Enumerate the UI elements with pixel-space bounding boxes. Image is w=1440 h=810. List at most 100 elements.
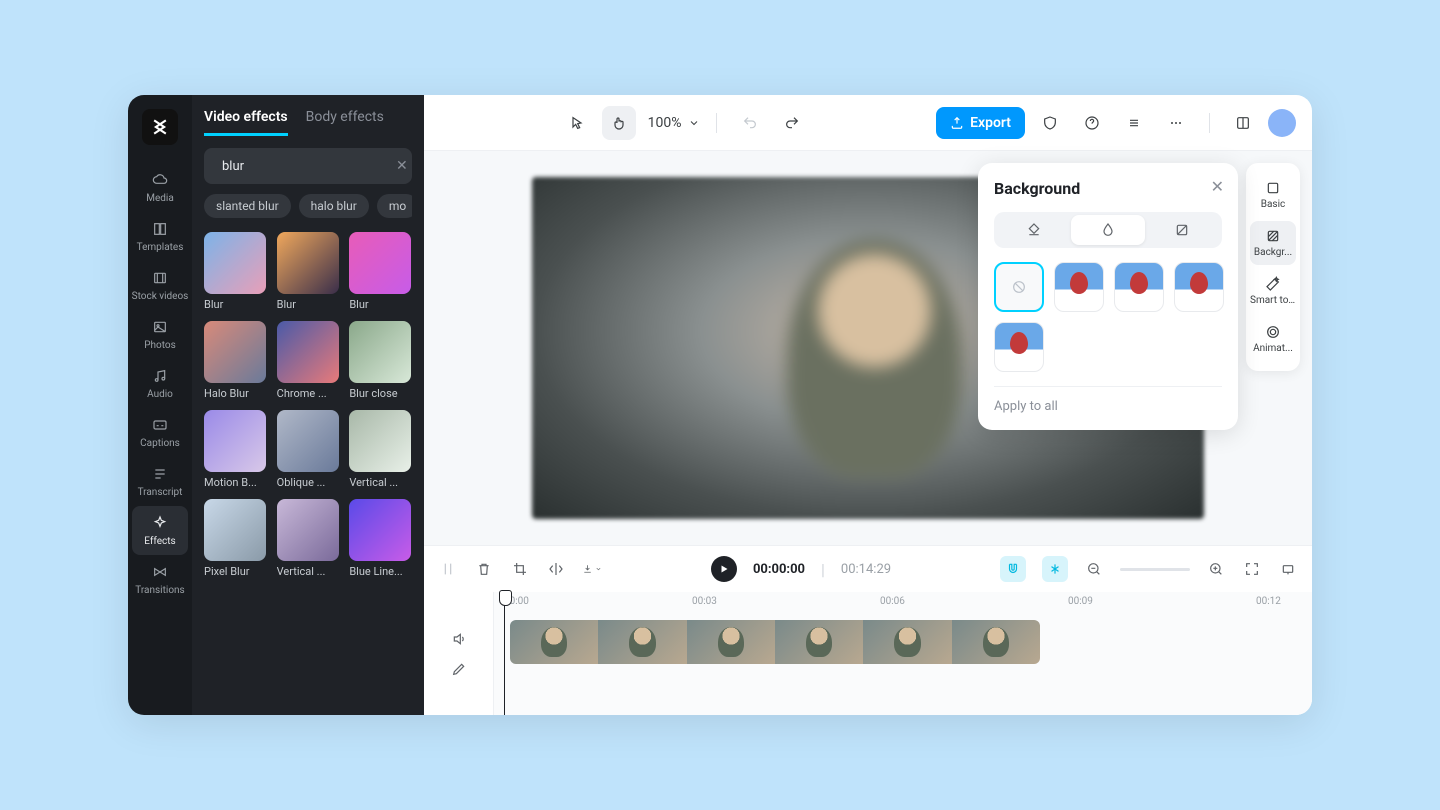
fit-icon[interactable]: [1278, 559, 1298, 579]
bg-option-none[interactable]: [994, 262, 1044, 312]
cloud-icon: [151, 171, 169, 189]
rail-background[interactable]: Backgr...: [1250, 221, 1296, 265]
export-label: Export: [970, 115, 1011, 131]
effect-item[interactable]: Halo Blur: [204, 321, 267, 400]
nav-transitions[interactable]: Transitions: [128, 555, 192, 604]
chip-slanted-blur[interactable]: slanted blur: [204, 194, 291, 218]
bg-option-3[interactable]: [1174, 262, 1224, 312]
apply-to-all[interactable]: Apply to all: [994, 386, 1222, 414]
duration: 00:14:29: [841, 562, 891, 577]
user-avatar[interactable]: [1268, 109, 1296, 137]
nav-transcript[interactable]: Transcript: [128, 457, 192, 506]
background-options: [994, 262, 1222, 372]
play-button[interactable]: [711, 556, 737, 582]
properties-rail: Basic Backgr... Smart tools Animat...: [1246, 163, 1300, 371]
nav-label: Stock videos: [132, 291, 189, 302]
export-button[interactable]: Export: [936, 107, 1025, 139]
app-logo[interactable]: [142, 109, 178, 145]
effect-item[interactable]: Blur close: [349, 321, 412, 400]
clear-icon[interactable]: ✕: [396, 158, 408, 174]
rail-smart-tools[interactable]: Smart tools: [1250, 269, 1296, 313]
search-input[interactable]: [222, 159, 388, 174]
nav-label: Transitions: [135, 585, 184, 596]
redo-button[interactable]: [775, 106, 809, 140]
zoom-slider[interactable]: [1120, 568, 1190, 571]
magnet-toggle[interactable]: [1000, 556, 1026, 582]
effect-item[interactable]: Vertical ...: [277, 499, 340, 578]
shield-icon[interactable]: [1033, 106, 1067, 140]
snap-toggle[interactable]: [1042, 556, 1068, 582]
split-icon[interactable]: [438, 559, 458, 579]
effect-item[interactable]: Pixel Blur: [204, 499, 267, 578]
effect-item[interactable]: Blur: [349, 232, 412, 311]
bg-option-4[interactable]: [994, 322, 1044, 372]
help-icon[interactable]: [1075, 106, 1109, 140]
transcript-icon: [151, 465, 169, 483]
effect-thumb: [277, 499, 339, 561]
rail-label: Backgr...: [1254, 247, 1292, 258]
chip-more[interactable]: mo: [377, 194, 412, 218]
zoom-level[interactable]: 100%: [648, 115, 700, 131]
nav-stock-videos[interactable]: Stock videos: [128, 261, 192, 310]
bg-option-1[interactable]: [1054, 262, 1104, 312]
fullscreen-icon[interactable]: [1242, 559, 1262, 579]
rail-label: Basic: [1261, 199, 1286, 210]
image-icon: [151, 318, 169, 336]
chip-halo-blur[interactable]: halo blur: [299, 194, 369, 218]
tab-body-effects[interactable]: Body effects: [306, 109, 384, 136]
time-mark: 00:06: [880, 596, 905, 607]
bg-option-2[interactable]: [1114, 262, 1164, 312]
chevron-down-icon: [595, 561, 602, 577]
effect-item[interactable]: Vertical ...: [349, 410, 412, 489]
search-box[interactable]: ✕: [204, 148, 412, 184]
time-mark: 00:03: [692, 596, 717, 607]
hand-tool[interactable]: [602, 106, 636, 140]
close-icon[interactable]: ✕: [1211, 177, 1224, 196]
effect-label: Pixel Blur: [204, 565, 266, 578]
more-icon[interactable]: [1159, 106, 1193, 140]
export-icon: [950, 115, 964, 131]
nav-media[interactable]: Media: [128, 163, 192, 212]
tracks-area[interactable]: 00:00 00:03 00:06 00:09 00:12: [424, 592, 1312, 715]
captions-icon: [151, 416, 169, 434]
seg-blur[interactable]: [1071, 215, 1145, 245]
zoom-out-icon[interactable]: [1084, 559, 1104, 579]
download-icon[interactable]: [582, 559, 602, 579]
speaker-icon[interactable]: [451, 631, 467, 647]
transitions-icon: [151, 563, 169, 581]
effect-item[interactable]: Blur: [277, 232, 340, 311]
layout-icon[interactable]: [1226, 106, 1260, 140]
effect-thumb: [349, 321, 411, 383]
background-popover: Background ✕ Apply to all: [978, 163, 1238, 430]
tab-video-effects[interactable]: Video effects: [204, 109, 288, 136]
effect-item[interactable]: Motion B...: [204, 410, 267, 489]
effect-item[interactable]: Chrome ...: [277, 321, 340, 400]
mirror-icon[interactable]: [546, 559, 566, 579]
nav-templates[interactable]: Templates: [128, 212, 192, 261]
rail-basic[interactable]: Basic: [1250, 173, 1296, 217]
video-clip[interactable]: [510, 620, 1040, 664]
crop-icon[interactable]: [510, 559, 530, 579]
undo-button[interactable]: [733, 106, 767, 140]
edit-icon[interactable]: [451, 661, 467, 677]
effect-item[interactable]: Oblique ...: [277, 410, 340, 489]
effect-item[interactable]: Blur: [204, 232, 267, 311]
templates-icon: [151, 220, 169, 238]
rail-animation[interactable]: Animat...: [1250, 317, 1296, 361]
nav-effects[interactable]: Effects: [132, 506, 188, 555]
top-toolbar: 100% Export: [424, 95, 1312, 151]
trash-icon[interactable]: [474, 559, 494, 579]
nav-captions[interactable]: Captions: [128, 408, 192, 457]
nav-audio[interactable]: Audio: [128, 359, 192, 408]
cursor-tool[interactable]: [560, 106, 594, 140]
nav-photos[interactable]: Photos: [128, 310, 192, 359]
wand-icon: [1265, 276, 1281, 292]
effect-item[interactable]: Blue Line...: [349, 499, 412, 578]
zoom-in-icon[interactable]: [1206, 559, 1226, 579]
main-area: 100% Export Basic Backgr... Smart tools …: [424, 95, 1312, 715]
seg-color[interactable]: [997, 215, 1071, 245]
rail-label: Smart tools: [1250, 295, 1296, 306]
settings-icon[interactable]: [1117, 106, 1151, 140]
nav-label: Effects: [144, 536, 175, 547]
seg-image[interactable]: [1145, 215, 1219, 245]
